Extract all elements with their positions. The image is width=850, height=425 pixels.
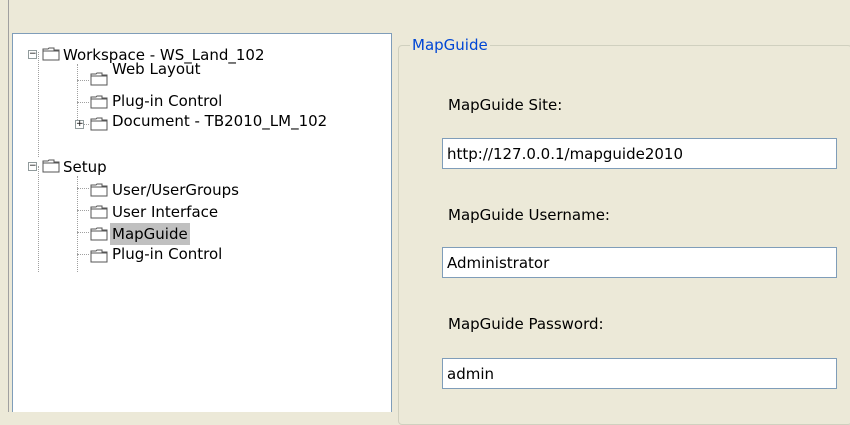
mapguide-username-input[interactable] [442,247,837,278]
tree-line [77,80,89,81]
tree-line [77,64,78,126]
tree-line [77,232,89,233]
collapse-icon[interactable]: − [28,50,37,59]
folder-icon [42,159,60,173]
mapguide-site-label: MapGuide Site: [448,96,563,114]
mapguide-password-input[interactable] [442,358,837,389]
tree-line [77,210,89,211]
mapguide-password-label: MapGuide Password: [448,315,604,333]
folder-icon [90,249,108,263]
tree-line [77,188,89,189]
folder-icon [42,47,60,61]
folder-icon [90,183,108,197]
folder-icon [90,117,108,131]
tree-line [77,254,89,255]
tree-node-label: Plug-in Control [112,245,223,263]
tree-line [77,102,89,103]
tree-node-label: Plug-in Control [112,92,223,110]
tree-line [77,176,78,272]
tree-line [38,52,39,157]
tree-node-label: Web Layout [112,60,201,78]
mapguide-username-label: MapGuide Username: [448,206,610,224]
folder-icon [90,95,108,109]
mapguide-group-title: MapGuide [410,35,490,55]
expand-icon[interactable]: + [75,120,84,129]
tree-node-label: Document - TB2010_LM_102 [112,112,328,130]
mapguide-site-input[interactable] [442,138,837,169]
settings-tree[interactable]: − Workspace - WS_Land_102 Web Layout Plu… [12,33,392,412]
tree-node-label: User Interface [112,203,219,221]
folder-icon [90,72,108,86]
tree-node-label: User/UserGroups [112,181,239,199]
folder-icon [90,205,108,219]
tree-node-label-selected: MapGuide [110,223,190,245]
tree-node-label: Setup [63,158,107,176]
folder-icon [90,227,108,241]
collapse-icon[interactable]: − [28,162,37,171]
window-left-edge [0,0,9,412]
tree-line [38,166,39,272]
